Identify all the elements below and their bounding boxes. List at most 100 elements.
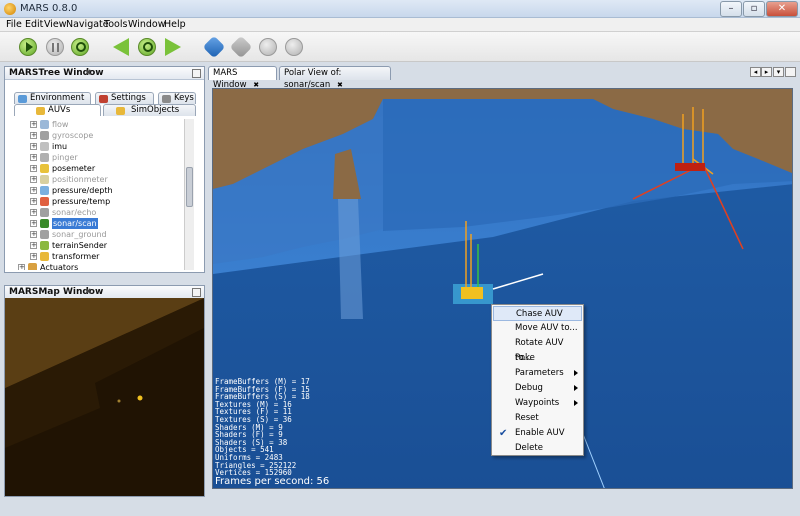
expand-icon[interactable]: + (30, 143, 37, 150)
connect-button[interactable] (202, 35, 226, 59)
window-title: MARS 0.8.0 (20, 3, 78, 14)
pause-button[interactable] (46, 38, 64, 56)
minimize-panel-icon[interactable] (192, 288, 201, 297)
tree-node[interactable]: + posemeter (14, 163, 183, 174)
expand-icon[interactable]: + (18, 264, 25, 270)
expand-icon[interactable]: + (30, 121, 37, 128)
tree-node[interactable]: + pressure/depth (14, 185, 183, 196)
expand-icon[interactable]: + (30, 154, 37, 161)
expand-icon[interactable]: + (30, 187, 37, 194)
close-panel-icon[interactable]: ✖ (85, 287, 92, 296)
expand-icon[interactable]: + (30, 165, 37, 172)
auv-marker-secondary[interactable] (117, 399, 121, 403)
expand-icon[interactable]: + (30, 220, 37, 227)
menu-item-debug[interactable]: Debug (493, 381, 582, 396)
tab-scroll-left-icon[interactable]: ◂ (750, 67, 761, 77)
menu-item-move-auv-to[interactable]: Move AUV to... (493, 321, 582, 336)
stop-button[interactable] (285, 38, 303, 56)
tab-settings[interactable]: Settings (95, 92, 154, 104)
close-button[interactable]: ✕ (766, 1, 798, 17)
sensor-icon (40, 142, 49, 151)
tab-mars-window[interactable]: MARS Window ✖ (208, 66, 277, 90)
menu-help[interactable]: Help (164, 19, 186, 30)
sensor-icon (40, 131, 49, 140)
forward-button[interactable] (165, 38, 181, 56)
minimize-panel-icon[interactable] (192, 69, 201, 78)
tree-node-label: flow (52, 120, 69, 129)
restart-button[interactable] (71, 38, 89, 56)
close-panel-icon[interactable]: ✖ (85, 68, 92, 77)
menu-item-rotate-auv-to[interactable]: Rotate AUV to... (493, 336, 582, 363)
sensor-icon (40, 219, 49, 228)
time-button[interactable] (138, 38, 156, 56)
tree-scrollbar-thumb[interactable] (186, 167, 193, 207)
expand-icon[interactable]: + (30, 209, 37, 216)
tree-node[interactable]: + gyroscope (14, 130, 183, 141)
menu-window[interactable]: Window (128, 19, 165, 30)
menu-navigate[interactable]: Navigate (66, 19, 109, 30)
menu-edit[interactable]: Edit (25, 19, 43, 30)
menu-tools[interactable]: Tools (104, 19, 127, 30)
tab-keys-label: Keys (174, 93, 194, 103)
tree-node[interactable]: + flow (14, 119, 183, 130)
back-button[interactable] (113, 38, 129, 56)
menu-item-poke[interactable]: Poke (493, 351, 582, 366)
expand-icon[interactable]: + (30, 132, 37, 139)
tree-node-actuators[interactable]: + Actuators (14, 262, 183, 270)
tab-scroll-right-icon[interactable]: ▸ (761, 67, 772, 77)
tree-node[interactable]: + terrainSender (14, 240, 183, 251)
auv-top[interactable] (461, 287, 483, 299)
menu-bar: File Edit View Navigate Tools Window Hel… (0, 18, 800, 32)
menu-item-waypoints[interactable]: Waypoints (493, 396, 582, 411)
expand-icon[interactable]: + (30, 242, 37, 249)
tree-node[interactable]: + sonar_ground (14, 229, 183, 240)
expand-icon[interactable]: + (30, 198, 37, 205)
tree-node[interactable]: + pressure/temp (14, 196, 183, 207)
restart-icon (76, 42, 86, 52)
menu-item-label: Enable AUV (515, 428, 565, 438)
tab-keys[interactable]: Keys (158, 92, 196, 104)
maximize-button[interactable]: ▫ (743, 1, 765, 17)
check-icon: ✔ (499, 428, 508, 439)
tree-node[interactable]: + sonar/echo (14, 207, 183, 218)
app-icon (4, 3, 16, 15)
tree-node[interactable]: + sonar/scan (14, 218, 183, 229)
tab-simobjects[interactable]: SimObjects (103, 104, 196, 116)
auv-marker[interactable] (137, 395, 143, 401)
remote-auv[interactable] (675, 163, 705, 171)
map-view[interactable] (5, 298, 204, 496)
tree-node[interactable]: + positionmeter (14, 174, 183, 185)
sensor-icon (40, 186, 49, 195)
submenu-arrow-icon (574, 385, 578, 391)
tree-node[interactable]: + transformer (14, 251, 183, 262)
tab-environment[interactable]: Environment (14, 92, 91, 104)
menu-item-reset[interactable]: Reset (493, 411, 582, 426)
start-button[interactable] (19, 38, 37, 56)
tab-auvs[interactable]: AUVs (14, 104, 101, 116)
expand-icon[interactable]: + (30, 231, 37, 238)
menu-item-chase-auv[interactable]: Chase AUV (493, 306, 582, 321)
tree-node[interactable]: + imu (14, 141, 183, 152)
submenu-arrow-icon (574, 400, 578, 406)
menu-item-enable-auv[interactable]: Enable AUV ✔ (493, 426, 582, 441)
record-button[interactable] (259, 38, 277, 56)
clock-icon (143, 42, 153, 52)
tree-node[interactable]: + pinger (14, 152, 183, 163)
tree-scrollbar[interactable] (184, 119, 194, 270)
tab-polar-view[interactable]: Polar View of: sonar/scan ✖ (279, 66, 391, 90)
maximize-view-icon[interactable] (785, 67, 796, 77)
menu-item-parameters[interactable]: Parameters (493, 366, 582, 381)
menu-view[interactable]: View (44, 19, 67, 30)
expand-icon[interactable]: + (30, 253, 37, 260)
menu-item-delete[interactable]: Delete (493, 441, 582, 456)
tree-node-label: terrainSender (52, 241, 108, 250)
menu-item-label: Reset (515, 413, 539, 423)
menu-file[interactable]: File (6, 19, 22, 30)
minimize-button[interactable]: – (720, 1, 742, 17)
tree-node-label: posemeter (52, 164, 96, 173)
sensor-icon (40, 241, 49, 250)
tab-list-icon[interactable]: ▾ (773, 67, 784, 77)
disconnect-button[interactable] (229, 35, 253, 59)
tree-node-label: pressure/temp (52, 197, 111, 206)
expand-icon[interactable]: + (30, 176, 37, 183)
